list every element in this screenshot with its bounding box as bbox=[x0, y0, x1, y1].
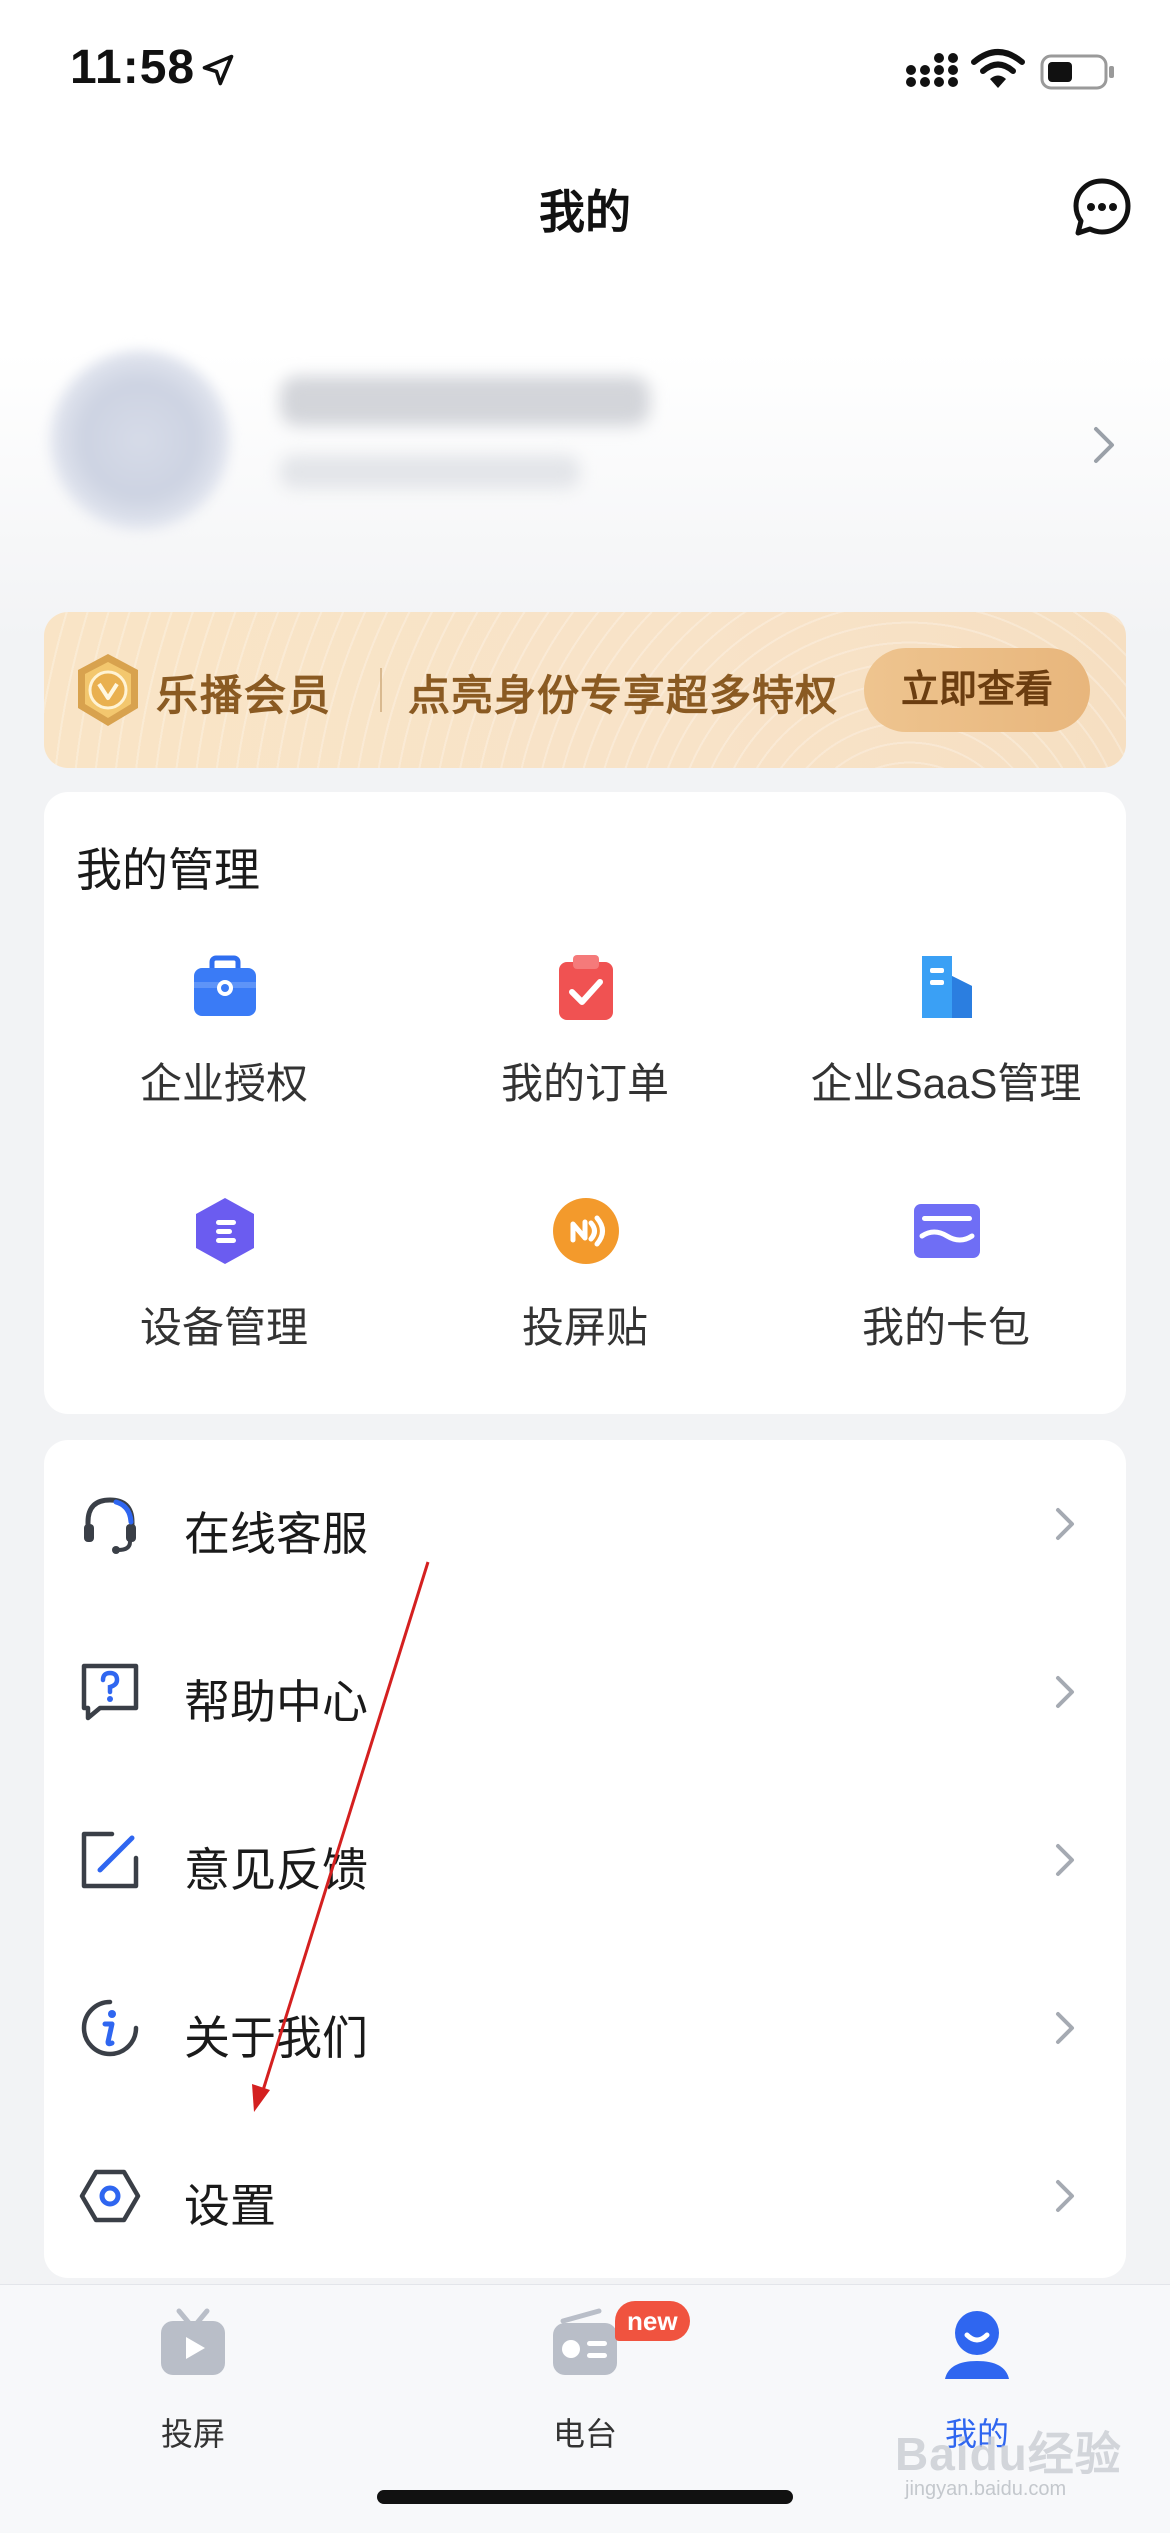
vip-description: 点亮身份专享超多特权 bbox=[408, 672, 839, 719]
message-chat-icon[interactable] bbox=[1070, 175, 1134, 239]
tab-radio[interactable]: new 电台 bbox=[465, 2301, 705, 2452]
mgmt-item-label: 投屏贴 bbox=[521, 1304, 648, 1351]
wifi-icon bbox=[971, 49, 1025, 88]
mgmt-item-label: 企业SaaS管理 bbox=[810, 1060, 1082, 1107]
briefcase-icon bbox=[194, 955, 256, 1016]
menu-item-label: 帮助中心 bbox=[184, 1676, 368, 1728]
vip-badge-icon bbox=[78, 654, 138, 726]
location-arrow-icon bbox=[202, 54, 234, 86]
menu-item-help-center[interactable]: 帮助中心 bbox=[44, 1608, 1126, 1776]
mgmt-item-label: 我的订单 bbox=[500, 1060, 669, 1107]
menu-item-about-us[interactable]: 关于我们 bbox=[44, 1944, 1126, 2112]
user-id-blurred bbox=[280, 455, 580, 489]
chevron-right-icon bbox=[1056, 1844, 1074, 1876]
watermark-url: jingyan.baidu.com bbox=[905, 2478, 1067, 2500]
hexagon-list-icon bbox=[196, 1198, 254, 1264]
mgmt-item-my-orders[interactable]: 我的订单 bbox=[405, 952, 765, 1132]
watermark: Baidu经验 bbox=[895, 2428, 1122, 2480]
menu-item-label: 在线客服 bbox=[184, 1508, 368, 1560]
mgmt-item-card-wallet[interactable]: 我的卡包 bbox=[766, 1196, 1126, 1376]
nfc-sticker-icon bbox=[553, 1198, 619, 1264]
mgmt-item-saas[interactable]: 企业SaaS管理 bbox=[766, 952, 1126, 1132]
headset-icon bbox=[84, 1497, 136, 1554]
tv-play-icon bbox=[161, 2308, 225, 2375]
menu-item-online-service[interactable]: 在线客服 bbox=[44, 1440, 1126, 1608]
menu-item-feedback[interactable]: 意见反馈 bbox=[44, 1776, 1126, 1944]
avatar bbox=[50, 350, 230, 530]
tab-label: 电台 bbox=[552, 2416, 617, 2452]
menu-item-label: 设置 bbox=[184, 2180, 276, 2232]
chevron-right-icon bbox=[1056, 2012, 1074, 2044]
menu-item-settings[interactable]: 设置 bbox=[44, 2112, 1126, 2280]
tab-label: 投屏 bbox=[160, 2416, 225, 2452]
vip-divider bbox=[380, 668, 382, 712]
mgmt-item-label: 企业授权 bbox=[139, 1060, 308, 1107]
card-wallet-icon bbox=[914, 1204, 980, 1258]
vip-title: 乐播会员 bbox=[156, 672, 333, 719]
status-bar: 11:58 bbox=[0, 0, 1170, 140]
building-icon bbox=[922, 956, 972, 1018]
management-card: 我的管理 企业授权 我的订单 企业SaaS管理 设备管理 投屏贴 我的卡包 bbox=[44, 792, 1126, 1414]
clipboard-check-icon bbox=[559, 955, 613, 1020]
user-name-blurred bbox=[280, 376, 650, 426]
menu-list-card: 在线客服 帮助中心 意见反馈 关于我们 设置 bbox=[44, 1440, 1126, 2278]
menu-item-label: 关于我们 bbox=[184, 2012, 368, 2064]
chevron-right-icon bbox=[1056, 2180, 1074, 2212]
mgmt-item-label: 设备管理 bbox=[139, 1304, 308, 1351]
menu-item-label: 意见反馈 bbox=[184, 1844, 368, 1896]
chevron-right-icon bbox=[1056, 1508, 1074, 1540]
vip-view-button[interactable]: 立即查看 bbox=[864, 648, 1090, 732]
tab-cast-screen[interactable]: 投屏 bbox=[73, 2305, 313, 2452]
home-indicator bbox=[377, 2490, 793, 2504]
help-question-icon bbox=[81, 1663, 139, 1721]
mgmt-item-device[interactable]: 设备管理 bbox=[44, 1196, 404, 1376]
new-badge: new bbox=[615, 2301, 690, 2341]
user-profile-icon bbox=[945, 2311, 1009, 2379]
mgmt-item-label: 我的卡包 bbox=[861, 1304, 1030, 1351]
mgmt-item-cast-sticker[interactable]: 投屏贴 bbox=[405, 1196, 765, 1376]
chevron-right-icon bbox=[1094, 427, 1114, 463]
vip-banner[interactable]: 乐播会员 点亮身份专享超多特权 立即查看 bbox=[44, 612, 1126, 768]
info-icon bbox=[81, 1999, 139, 2057]
battery-icon bbox=[1040, 54, 1114, 90]
management-title: 我的管理 bbox=[76, 844, 260, 896]
cellular-signal-icon bbox=[906, 53, 958, 87]
chevron-right-icon bbox=[1056, 1676, 1074, 1708]
edit-feedback-icon bbox=[81, 1831, 139, 1889]
status-time: 11:58 bbox=[70, 41, 196, 94]
page-title: 我的 bbox=[539, 186, 631, 238]
settings-hexagon-icon bbox=[79, 2169, 141, 2223]
radio-icon bbox=[553, 2308, 617, 2375]
user-profile-card[interactable] bbox=[40, 340, 1150, 540]
mgmt-item-enterprise-auth[interactable]: 企业授权 bbox=[44, 952, 404, 1132]
